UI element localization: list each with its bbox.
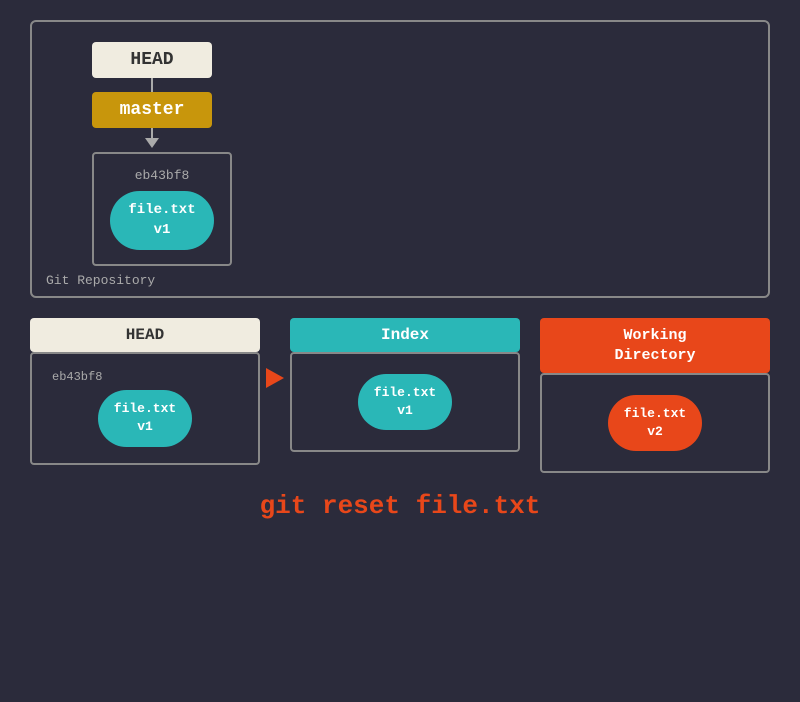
index-label: Index: [290, 318, 520, 352]
git-repository-box: HEAD master eb43bf8 file.txtv1 Git Repos…: [30, 20, 770, 298]
commit-box-top: eb43bf8 file.txtv1: [92, 152, 232, 266]
connector-head-master: [151, 78, 153, 92]
index-file-blob: file.txtv1: [358, 374, 452, 430]
working-file-blob: file.txtv2: [608, 395, 702, 451]
arrow-right-icon: [266, 368, 284, 388]
arrow-down-top: [145, 138, 159, 148]
index-column: Index file.txtv1: [290, 318, 520, 452]
head-box-top: HEAD: [92, 42, 212, 78]
head-label-bottom: HEAD: [30, 318, 260, 352]
commit-id-bottom: eb43bf8: [48, 370, 242, 384]
index-col-content: file.txtv1: [290, 352, 520, 452]
three-col-row: HEAD eb43bf8 file.txtv1 Index file.txtv1…: [30, 318, 770, 473]
top-diagram: HEAD master eb43bf8 file.txtv1: [52, 42, 748, 266]
file-blob-top: file.txtv1: [110, 191, 213, 250]
head-col-content: eb43bf8 file.txtv1: [30, 352, 260, 464]
arrow-head-to-index: [260, 318, 290, 388]
connector-master-commit: [151, 128, 153, 138]
working-directory-column: WorkingDirectory file.txtv2: [540, 318, 770, 473]
head-column: HEAD eb43bf8 file.txtv1: [30, 318, 260, 464]
head-label-top: HEAD: [130, 50, 173, 70]
working-col-content: file.txtv2: [540, 373, 770, 473]
bottom-section: HEAD eb43bf8 file.txtv1 Index file.txtv1…: [30, 318, 770, 521]
commit-id-top: eb43bf8: [110, 168, 214, 183]
head-file-blob: file.txtv1: [98, 390, 192, 446]
master-box: master: [92, 92, 212, 128]
working-directory-label: WorkingDirectory: [540, 318, 770, 373]
git-command-label: git reset file.txt: [260, 491, 541, 521]
master-label: master: [120, 100, 185, 120]
git-repo-label: Git Repository: [46, 273, 155, 288]
